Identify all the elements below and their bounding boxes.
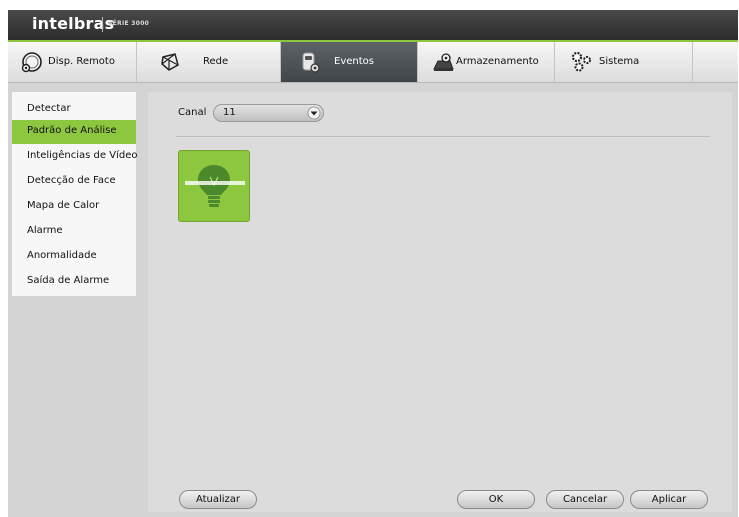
storage-icon	[433, 53, 454, 71]
network-icon	[161, 53, 179, 71]
events-icon	[302, 52, 320, 73]
sidebar-item-alarme[interactable]: Alarme	[12, 220, 136, 244]
gears-icon	[571, 51, 591, 72]
tab-eventos[interactable]: Eventos	[281, 42, 418, 82]
canal-label: Canal	[178, 107, 207, 118]
canal-selected-value: 11	[223, 107, 236, 118]
atualizar-button[interactable]: Atualizar	[179, 490, 257, 509]
sidebar-item-mapa-de-calor[interactable]: Mapa de Calor	[12, 195, 136, 219]
section-divider	[176, 136, 710, 137]
content-panel: Canal 11 Atualizar OK Cancelar Aplicar	[148, 92, 732, 512]
tab-disp-remoto[interactable]: Disp. Remoto	[8, 42, 137, 82]
chevron-down-icon	[307, 106, 321, 120]
sidebar-item-detectar[interactable]: Detectar	[12, 98, 136, 122]
sidebar-item-saida-de-alarme[interactable]: Saída de Alarme	[12, 270, 136, 294]
app-window: intelbras SÉRIE 3000 Disp. Remoto Rede E…	[8, 10, 738, 517]
tab-label: Disp. Remoto	[48, 56, 115, 67]
tab-label: Eventos	[334, 56, 374, 67]
tab-sistema[interactable]: Sistema	[555, 42, 693, 82]
analysis-pattern-tile[interactable]	[178, 150, 250, 222]
remote-device-icon	[21, 52, 42, 73]
tab-rede[interactable]: Rede	[137, 42, 281, 82]
logo-divider	[102, 17, 103, 32]
tab-label: Armazenamento	[456, 56, 539, 67]
sidebar-item-inteligencias-de-video[interactable]: Inteligências de Vídeo	[12, 145, 137, 169]
ok-button[interactable]: OK	[457, 490, 535, 509]
cancel-button[interactable]: Cancelar	[546, 490, 624, 509]
main-tab-bar: Disp. Remoto Rede Eventos Armazenamento …	[8, 42, 738, 83]
top-header: intelbras SÉRIE 3000	[8, 10, 738, 40]
tab-label: Sistema	[599, 56, 640, 67]
lightbulb-icon	[185, 165, 245, 207]
sidebar-menu: Detectar Padrão de Análise Inteligências…	[12, 92, 137, 296]
tab-armazenamento[interactable]: Armazenamento	[418, 42, 555, 82]
series-label: SÉRIE 3000	[108, 20, 150, 27]
tab-label: Rede	[203, 56, 229, 67]
sidebar-item-anormalidade[interactable]: Anormalidade	[12, 245, 136, 269]
sidebar-item-deteccao-de-face[interactable]: Detecção de Face	[12, 170, 136, 194]
canal-dropdown[interactable]: 11	[213, 104, 324, 122]
sidebar-item-padrao-de-analise[interactable]: Padrão de Análise	[12, 120, 136, 144]
apply-button[interactable]: Aplicar	[630, 490, 708, 509]
